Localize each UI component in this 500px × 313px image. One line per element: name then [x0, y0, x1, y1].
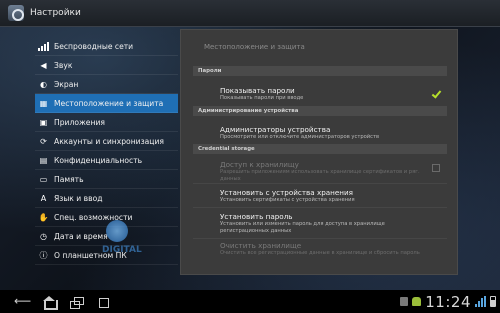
status-area[interactable]: 11:24 — [400, 293, 496, 311]
section-header-credential-storage: Credential storage — [193, 144, 447, 154]
preferences-list: Пароли Показывать пароли Показывать паро… — [193, 66, 447, 265]
sidebar-item-privacy[interactable]: ▤ Конфиденциальность — [35, 151, 178, 170]
settings-detail-panel: Местоположение и защита Пароли Показыват… — [180, 29, 458, 275]
pref-summary: Установить сертификаты с устройства хран… — [220, 197, 355, 203]
settings-screen: Настройки Беспроводные сети ◀ Звук ◐ Экр… — [0, 0, 500, 290]
sidebar-item-label: Память — [54, 174, 84, 184]
settings-gear-icon — [8, 5, 24, 21]
sidebar-item-accounts-sync[interactable]: ⟳ Аккаунты и синхронизация — [35, 132, 178, 151]
pref-title: Очистить хранилище — [220, 241, 302, 250]
sidebar-item-sound[interactable]: ◀ Звук — [35, 56, 178, 75]
privacy-icon: ▤ — [39, 155, 48, 165]
sidebar-item-storage[interactable]: ▭ Память — [35, 170, 178, 189]
back-arrow-icon[interactable] — [14, 294, 31, 308]
menu-icon[interactable] — [98, 297, 109, 308]
section-header-device-admin: Администрирование устройства — [193, 106, 447, 116]
sidebar-item-label: Экран — [54, 79, 79, 89]
sidebar-item-label: Аккаунты и синхронизация — [54, 136, 164, 146]
recent-apps-icon[interactable] — [70, 296, 84, 309]
language-icon: A — [40, 193, 47, 203]
pref-show-passwords[interactable]: Показывать пароли Показывать пароли при … — [193, 76, 447, 106]
sidebar-item-wireless[interactable]: Беспроводные сети — [35, 37, 178, 56]
pref-set-password[interactable]: Установить пароль Установить или изменит… — [193, 208, 447, 238]
storage-icon: ▭ — [39, 174, 48, 184]
clock-icon: ◷ — [40, 231, 47, 241]
app-title: Настройки — [30, 8, 81, 18]
pref-title: Показывать пароли — [220, 86, 295, 95]
pref-summary: Очистить все регистрационные данные в хр… — [220, 250, 420, 256]
action-bar: Настройки — [0, 0, 500, 27]
system-bar: 11:24 — [0, 290, 500, 313]
sidebar-item-label: Приложения — [54, 117, 105, 127]
section-header-passwords: Пароли — [193, 66, 447, 76]
pref-title: Доступ к хранилищу — [220, 160, 299, 169]
sidebar-item-applications[interactable]: ▣ Приложения — [35, 113, 178, 132]
sidebar-item-label: Беспроводные сети — [54, 41, 134, 51]
sidebar-item-label: Местоположение и защита — [54, 98, 164, 108]
pref-clear-storage[interactable]: Очистить хранилище Очистить все регистра… — [193, 239, 447, 265]
pref-title: Установить пароль — [220, 212, 293, 221]
android-icon — [412, 297, 422, 306]
pref-summary: Показывать пароли при вводе — [220, 95, 304, 101]
sidebar-item-label: Звук — [54, 60, 73, 70]
speaker-icon: ◀ — [40, 60, 47, 70]
pref-storage-access[interactable]: Доступ к хранилищу Разрешить приложениям… — [193, 154, 447, 183]
sidebar-item-label: Конфиденциальность — [54, 155, 143, 165]
battery-icon — [490, 296, 496, 307]
watermark-logo — [106, 220, 128, 242]
pref-install-from-storage[interactable]: Установить с устройства хранения Установ… — [193, 184, 447, 207]
brightness-icon: ◐ — [40, 79, 47, 89]
wireless-signal-icon — [38, 41, 49, 51]
info-icon: ⓘ — [39, 250, 48, 260]
sync-icon: ⟳ — [40, 136, 47, 146]
pref-summary: регистрационных данных — [220, 227, 292, 234]
apps-icon: ▣ — [39, 117, 48, 127]
pref-title: Администраторы устройства — [220, 125, 331, 134]
wifi-icon — [475, 296, 486, 307]
home-icon[interactable] — [42, 295, 58, 310]
pref-summary: данных — [220, 175, 241, 182]
sidebar-item-display[interactable]: ◐ Экран — [35, 75, 178, 94]
pref-title: Установить с устройства хранения — [220, 188, 353, 197]
pref-summary: Просмотрите или отключите администраторо… — [220, 134, 380, 140]
sidebar-item-accessibility[interactable]: ✋ Спец. возможности — [35, 208, 178, 227]
show-passwords-checkbox[interactable] — [432, 90, 440, 98]
sidebar-item-label: Язык и ввод — [54, 193, 103, 203]
storage-access-checkbox[interactable] — [432, 164, 440, 172]
watermark-text: DIGITAL — [102, 245, 142, 255]
sidebar-item-location-security[interactable]: ▦ Местоположение и защита — [35, 94, 178, 113]
hand-icon: ✋ — [38, 212, 49, 222]
pref-summary: Разрешить приложениям использовать храни… — [220, 169, 420, 175]
clock: 11:24 — [425, 292, 471, 311]
pref-device-admins[interactable]: Администраторы устройства Просмотрите ил… — [193, 116, 447, 144]
usb-icon — [400, 297, 409, 306]
sidebar-item-language-input[interactable]: A Язык и ввод — [35, 189, 178, 208]
sidebar-item-label: Дата и время — [54, 231, 108, 241]
location-grid-icon: ▦ — [39, 98, 48, 108]
panel-title: Местоположение и защита — [204, 43, 305, 51]
